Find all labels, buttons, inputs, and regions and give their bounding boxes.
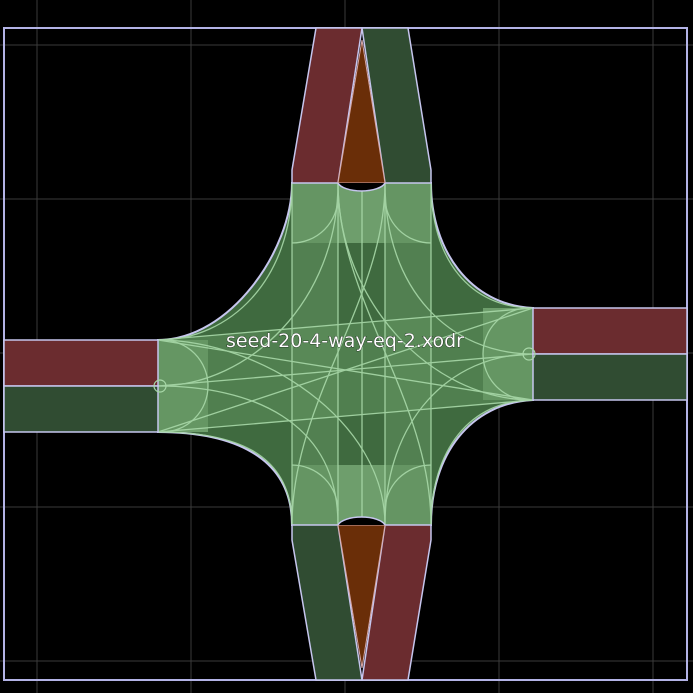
west-road [3, 339, 167, 433]
west-lane-inbound [3, 385, 159, 433]
road-network-diagram: seed-20-4-way-eq-2.xodr [0, 0, 693, 693]
east-road [522, 307, 688, 401]
south-road [291, 516, 432, 681]
east-lane-outbound [532, 307, 688, 355]
west-lane-outbound [3, 339, 159, 387]
east-lane-inbound [532, 353, 688, 401]
north-road [291, 27, 432, 192]
map-title: seed-20-4-way-eq-2.xodr [226, 330, 464, 352]
